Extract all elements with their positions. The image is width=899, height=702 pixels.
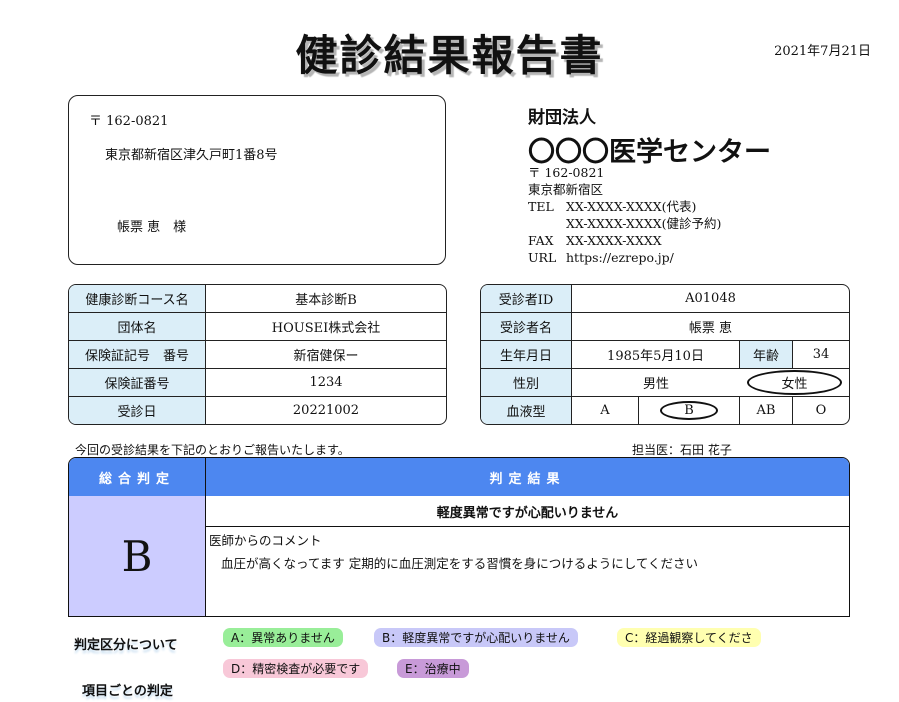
organization-zip: 〒 162-0821 [528, 165, 605, 180]
patient-name-label: 受診者名 [481, 313, 572, 341]
sex-female: 女性 [781, 377, 808, 392]
insurance-value: 新宿健保ー [206, 341, 446, 369]
comment-text: 血圧が高くなってます 定期的に血圧測定をする習慣を身につけるようにしてください [221, 556, 698, 571]
overall-grade: B [69, 496, 206, 616]
tel-reserve: XX-XXXX-XXXX(健診予約) [566, 216, 722, 231]
sex-female-cell: 女性 [740, 369, 849, 397]
recipient-address-box: 〒 162-0821 東京都新宿区津久戸町1番8号 帳票 恵 様 [68, 95, 446, 265]
group-value: HOUSEI株式会社 [206, 313, 446, 341]
table-row: 生年月日 1985年5月10日 年齢 34 [481, 341, 849, 369]
recipient-zip: 〒 162-0821 [89, 114, 169, 129]
blood-a: A [572, 397, 639, 424]
table-row: 保険証番号 1234 [69, 369, 446, 397]
insurance-no-value: 1234 [206, 369, 446, 397]
blood-type-label: 血液型 [481, 397, 572, 424]
fax-label: FAX [528, 233, 554, 248]
patient-info-table: 受診者ID A01048 受診者名 帳票 恵 生年月日 1985年5月10日 年齢 34 … [480, 284, 850, 425]
recipient-address: 東京都新宿区津久戸町1番8号 [105, 148, 278, 163]
table-row: 受診者ID A01048 [481, 285, 849, 313]
blood-b: B [684, 403, 694, 418]
blood-b-selected: B [660, 401, 718, 420]
organization-contact: 〒 162-0821 東京都新宿区 TEL XX-XXXX-XXXX(代表) XX… [528, 164, 721, 266]
age-label: 年齢 [740, 341, 793, 369]
visit-date-value: 20221002 [292, 403, 360, 418]
table-row: 受診日 20221002 [69, 397, 446, 424]
url-label: URL [528, 250, 557, 265]
organization-type: 財団法人 [528, 108, 596, 128]
table-row: 団体名 HOUSEI株式会社 [69, 313, 446, 341]
legend-item-a: A：異常ありません [223, 628, 343, 647]
doctor-name: 担当医：石田 花子 [632, 443, 732, 457]
fax-number: XX-XXXX-XXXX [566, 233, 662, 248]
course-info-table: 健康診断コース名 基本診断B 団体名 HOUSEI株式会社 保険証記号 番号 新宿健保… [68, 284, 447, 425]
table-row: 保険証記号 番号 新宿健保ー [69, 341, 446, 369]
table-row: 健康診断コース名 基本診断B [69, 285, 446, 313]
report-date: 2021年7月21日 [774, 44, 871, 59]
legend-item-e: E：治療中 [397, 659, 469, 678]
table-row: 血液型 A B AB O [481, 397, 849, 424]
blood-o: O [815, 403, 827, 418]
sex-male: 男性 [572, 369, 740, 397]
sex-female-selected: 女性 [747, 370, 842, 395]
result-panel: 総合判定 判定結果 B 軽度異常ですが心配いりません 医師からのコメント 血圧が… [68, 457, 850, 617]
blood-b-cell: B [639, 397, 740, 424]
result-header: 判定結果 [206, 458, 849, 496]
result-summary: 軽度異常ですが心配いりません [206, 496, 849, 527]
dob-value: 1985年5月10日 [572, 341, 740, 369]
table-row: 受診者名 帳票 恵 [481, 313, 849, 341]
legend-section-title: 判定区分について [74, 638, 178, 653]
sex-label: 性別 [481, 369, 572, 397]
organization-header: 財団法人 〇〇〇医学センター [528, 103, 771, 169]
patient-id-value: A01048 [572, 285, 849, 313]
legend-item-d: D：精密検査が必要です [223, 659, 369, 678]
url-link[interactable]: https://ezrepo.jp/ [566, 249, 674, 266]
legend-item-c: C：経過観察してくださ [617, 628, 761, 647]
overall-header: 総合判定 [69, 458, 206, 496]
insurance-label: 保険証記号 番号 [69, 341, 206, 369]
organization-address: 東京都新宿区 [528, 182, 604, 197]
table-row: 性別 男性 女性 [481, 369, 849, 397]
course-label: 健康診断コース名 [69, 285, 206, 313]
dob-label: 生年月日 [481, 341, 572, 369]
tel-label: TEL [528, 199, 554, 214]
patient-name-value: 帳票 恵 [572, 313, 849, 341]
insurance-no-label: 保険証番号 [69, 369, 206, 397]
course-value: 基本診断B [206, 285, 446, 313]
legend-item-b: B：軽度異常ですが心配いりません [374, 628, 578, 647]
patient-id-label: 受診者ID [481, 285, 572, 313]
items-section-title: 項目ごとの判定 [82, 684, 173, 699]
intro-text: 今回の受診結果を下記のとおりご報告いたします。 [75, 443, 350, 457]
group-label: 団体名 [69, 313, 206, 341]
age-value: 34 [793, 341, 849, 369]
tel-main: XX-XXXX-XXXX(代表) [566, 199, 697, 214]
comment-label: 医師からのコメント [209, 533, 322, 548]
report-title: 健診結果報告書 [295, 31, 604, 80]
visit-date-label: 受診日 [69, 397, 206, 424]
blood-ab: AB [740, 397, 793, 424]
doctor-comment: 医師からのコメント 血圧が高くなってます 定期的に血圧測定をする習慣を身につける… [209, 530, 698, 572]
recipient-name: 帳票 恵 様 [117, 220, 187, 235]
